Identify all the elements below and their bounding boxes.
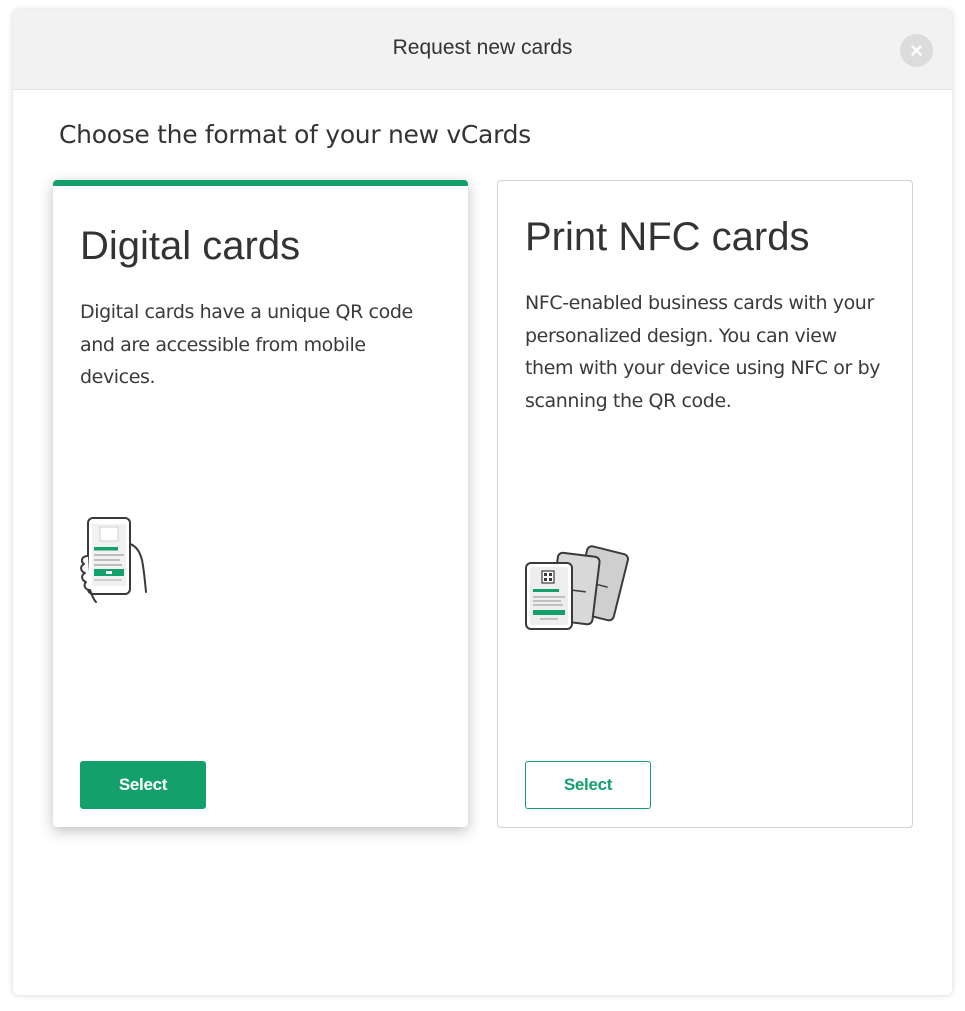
option-description: Digital cards have a unique QR code and …: [80, 301, 413, 388]
option-title: Digital cards: [80, 224, 301, 268]
option-description: NFC-enabled business cards with your per…: [525, 292, 881, 412]
close-icon: [911, 45, 922, 56]
modal-title: Request new cards: [392, 36, 573, 59]
format-prompt: Choose the format of your new vCards: [59, 120, 531, 149]
select-nfc-button[interactable]: Select: [525, 761, 651, 809]
nfc-cards-stack-icon: [524, 545, 629, 638]
print-nfc-cards-option[interactable]: Print NFC cards NFC-enabled business car…: [497, 180, 913, 828]
select-digital-button[interactable]: Select: [80, 761, 206, 809]
phone-in-hand-icon: [78, 516, 158, 611]
digital-cards-option[interactable]: Digital cards Digital cards have a uniqu…: [53, 180, 468, 827]
option-title: Print NFC cards: [525, 215, 810, 259]
request-cards-modal: Request new cards Choose the format of y…: [13, 10, 952, 995]
modal-header: Request new cards: [13, 10, 952, 90]
close-button[interactable]: [900, 34, 933, 67]
